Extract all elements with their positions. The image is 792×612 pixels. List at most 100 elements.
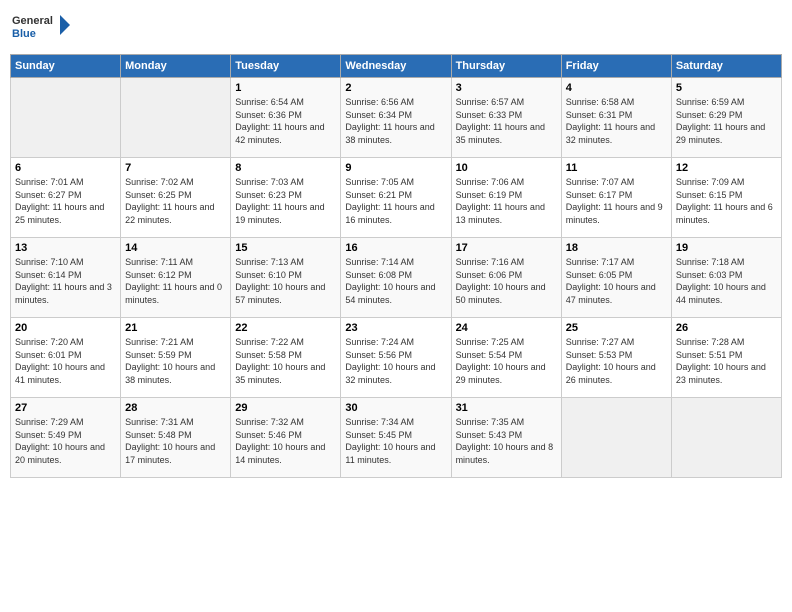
calendar-cell: 31 Sunrise: 7:35 AM Sunset: 5:43 PM Dayli… <box>451 398 561 478</box>
calendar-row: 6 Sunrise: 7:01 AM Sunset: 6:27 PM Daylig… <box>11 158 782 238</box>
day-number: 12 <box>676 162 777 174</box>
calendar-cell: 23 Sunrise: 7:24 AM Sunset: 5:56 PM Dayli… <box>341 318 451 398</box>
day-info: Sunrise: 6:56 AM Sunset: 6:34 PM Dayligh… <box>345 96 446 146</box>
day-number: 29 <box>235 402 336 414</box>
day-info: Sunrise: 7:02 AM Sunset: 6:25 PM Dayligh… <box>125 176 226 226</box>
day-info: Sunrise: 6:54 AM Sunset: 6:36 PM Dayligh… <box>235 96 336 146</box>
day-info: Sunrise: 7:16 AM Sunset: 6:06 PM Dayligh… <box>456 256 557 306</box>
day-info: Sunrise: 7:35 AM Sunset: 5:43 PM Dayligh… <box>456 416 557 466</box>
calendar-cell: 18Sunrise: 7:17 AM Sunset: 6:05 PM Dayli… <box>561 238 671 318</box>
day-info: Sunrise: 7:27 AM Sunset: 5:53 PM Dayligh… <box>566 336 667 386</box>
calendar-cell: 22Sunrise: 7:22 AM Sunset: 5:58 PM Dayli… <box>231 318 341 398</box>
weekday-header: Sunday <box>11 55 121 78</box>
calendar-cell: 9 Sunrise: 7:05 AM Sunset: 6:21 PM Daylig… <box>341 158 451 238</box>
calendar-cell: 4 Sunrise: 6:58 AM Sunset: 6:31 PM Daylig… <box>561 78 671 158</box>
day-info: Sunrise: 7:29 AM Sunset: 5:49 PM Dayligh… <box>15 416 116 466</box>
day-number: 1 <box>235 82 336 94</box>
calendar-cell: 30 Sunrise: 7:34 AM Sunset: 5:45 PM Dayli… <box>341 398 451 478</box>
day-info: Sunrise: 7:10 AM Sunset: 6:14 PM Dayligh… <box>15 256 116 306</box>
day-number: 7 <box>125 162 226 174</box>
calendar-cell: 6 Sunrise: 7:01 AM Sunset: 6:27 PM Daylig… <box>11 158 121 238</box>
logo: General Blue <box>10 10 70 46</box>
calendar-cell: 11 Sunrise: 7:07 AM Sunset: 6:17 PM Dayli… <box>561 158 671 238</box>
day-info: Sunrise: 7:03 AM Sunset: 6:23 PM Dayligh… <box>235 176 336 226</box>
weekday-header: Thursday <box>451 55 561 78</box>
logo-svg: General Blue <box>10 10 70 46</box>
day-number: 4 <box>566 82 667 94</box>
weekday-header: Wednesday <box>341 55 451 78</box>
calendar-cell: 16Sunrise: 7:14 AM Sunset: 6:08 PM Dayli… <box>341 238 451 318</box>
day-info: Sunrise: 7:05 AM Sunset: 6:21 PM Dayligh… <box>345 176 446 226</box>
day-info: Sunrise: 7:34 AM Sunset: 5:45 PM Dayligh… <box>345 416 446 466</box>
day-info: Sunrise: 7:13 AM Sunset: 6:10 PM Dayligh… <box>235 256 336 306</box>
calendar-cell: 26 Sunrise: 7:28 AM Sunset: 5:51 PM Dayli… <box>671 318 781 398</box>
day-info: Sunrise: 7:06 AM Sunset: 6:19 PM Dayligh… <box>456 176 557 226</box>
day-number: 13 <box>15 242 116 254</box>
day-number: 15 <box>235 242 336 254</box>
day-number: 3 <box>456 82 557 94</box>
day-info: Sunrise: 7:11 AM Sunset: 6:12 PM Dayligh… <box>125 256 226 306</box>
calendar-cell: 8 Sunrise: 7:03 AM Sunset: 6:23 PM Daylig… <box>231 158 341 238</box>
weekday-header: Monday <box>121 55 231 78</box>
calendar-cell: 2 Sunrise: 6:56 AM Sunset: 6:34 PM Daylig… <box>341 78 451 158</box>
day-number: 31 <box>456 402 557 414</box>
day-info: Sunrise: 7:01 AM Sunset: 6:27 PM Dayligh… <box>15 176 116 226</box>
day-info: Sunrise: 7:24 AM Sunset: 5:56 PM Dayligh… <box>345 336 446 386</box>
weekday-header: Tuesday <box>231 55 341 78</box>
day-number: 2 <box>345 82 446 94</box>
day-number: 21 <box>125 322 226 334</box>
calendar-cell: 10 Sunrise: 7:06 AM Sunset: 6:19 PM Dayli… <box>451 158 561 238</box>
day-number: 8 <box>235 162 336 174</box>
day-number: 28 <box>125 402 226 414</box>
calendar-row: 13 Sunrise: 7:10 AM Sunset: 6:14 PM Dayli… <box>11 238 782 318</box>
day-number: 22 <box>235 322 336 334</box>
calendar-cell: 7 Sunrise: 7:02 AM Sunset: 6:25 PM Daylig… <box>121 158 231 238</box>
weekday-header: Saturday <box>671 55 781 78</box>
calendar-cell: 24Sunrise: 7:25 AM Sunset: 5:54 PM Dayli… <box>451 318 561 398</box>
calendar-cell: 14 Sunrise: 7:11 AM Sunset: 6:12 PM Dayli… <box>121 238 231 318</box>
calendar-row: 20Sunrise: 7:20 AM Sunset: 6:01 PM Dayli… <box>11 318 782 398</box>
svg-text:Blue: Blue <box>12 28 36 40</box>
day-info: Sunrise: 7:07 AM Sunset: 6:17 PM Dayligh… <box>566 176 667 226</box>
day-number: 18 <box>566 242 667 254</box>
day-number: 23 <box>345 322 446 334</box>
day-info: Sunrise: 7:09 AM Sunset: 6:15 PM Dayligh… <box>676 176 777 226</box>
day-info: Sunrise: 7:31 AM Sunset: 5:48 PM Dayligh… <box>125 416 226 466</box>
day-info: Sunrise: 7:14 AM Sunset: 6:08 PM Dayligh… <box>345 256 446 306</box>
day-info: Sunrise: 7:18 AM Sunset: 6:03 PM Dayligh… <box>676 256 777 306</box>
day-info: Sunrise: 7:28 AM Sunset: 5:51 PM Dayligh… <box>676 336 777 386</box>
weekday-header-row: SundayMondayTuesdayWednesdayThursdayFrid… <box>11 55 782 78</box>
calendar-cell: 20Sunrise: 7:20 AM Sunset: 6:01 PM Dayli… <box>11 318 121 398</box>
calendar-cell <box>671 398 781 478</box>
day-number: 19 <box>676 242 777 254</box>
calendar-cell: 13 Sunrise: 7:10 AM Sunset: 6:14 PM Dayli… <box>11 238 121 318</box>
day-number: 14 <box>125 242 226 254</box>
calendar-cell <box>11 78 121 158</box>
calendar-row: 27 Sunrise: 7:29 AM Sunset: 5:49 PM Dayli… <box>11 398 782 478</box>
calendar-cell: 28 Sunrise: 7:31 AM Sunset: 5:48 PM Dayli… <box>121 398 231 478</box>
weekday-header: Friday <box>561 55 671 78</box>
calendar-cell: 29 Sunrise: 7:32 AM Sunset: 5:46 PM Dayli… <box>231 398 341 478</box>
day-info: Sunrise: 7:32 AM Sunset: 5:46 PM Dayligh… <box>235 416 336 466</box>
calendar-cell: 19 Sunrise: 7:18 AM Sunset: 6:03 PM Dayli… <box>671 238 781 318</box>
day-number: 9 <box>345 162 446 174</box>
day-number: 25 <box>566 322 667 334</box>
day-number: 17 <box>456 242 557 254</box>
day-number: 10 <box>456 162 557 174</box>
day-info: Sunrise: 7:25 AM Sunset: 5:54 PM Dayligh… <box>456 336 557 386</box>
calendar-table: SundayMondayTuesdayWednesdayThursdayFrid… <box>10 54 782 478</box>
day-number: 27 <box>15 402 116 414</box>
day-info: Sunrise: 6:57 AM Sunset: 6:33 PM Dayligh… <box>456 96 557 146</box>
calendar-cell <box>561 398 671 478</box>
calendar-cell: 25 Sunrise: 7:27 AM Sunset: 5:53 PM Dayli… <box>561 318 671 398</box>
calendar-cell: 15 Sunrise: 7:13 AM Sunset: 6:10 PM Dayli… <box>231 238 341 318</box>
day-number: 6 <box>15 162 116 174</box>
calendar-cell: 17 Sunrise: 7:16 AM Sunset: 6:06 PM Dayli… <box>451 238 561 318</box>
day-number: 11 <box>566 162 667 174</box>
calendar-cell: 5Sunrise: 6:59 AM Sunset: 6:29 PM Daylig… <box>671 78 781 158</box>
day-number: 26 <box>676 322 777 334</box>
day-number: 20 <box>15 322 116 334</box>
calendar-cell: 3 Sunrise: 6:57 AM Sunset: 6:33 PM Daylig… <box>451 78 561 158</box>
day-info: Sunrise: 6:58 AM Sunset: 6:31 PM Dayligh… <box>566 96 667 146</box>
day-number: 30 <box>345 402 446 414</box>
